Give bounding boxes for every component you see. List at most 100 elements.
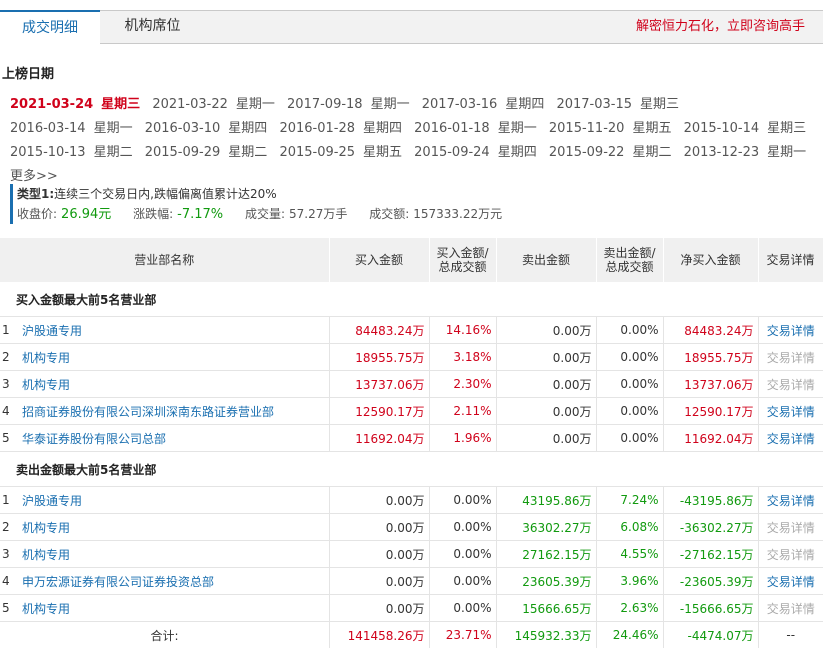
trade-detail-link[interactable]: 交易详情	[758, 567, 823, 595]
type-description: 连续三个交易日内,跌幅偏离值累计达20%	[54, 187, 277, 201]
date-link[interactable]: 2015-09-29	[145, 145, 221, 160]
weekday-label: 星期四	[363, 121, 403, 136]
date-link[interactable]: 2015-09-25	[279, 145, 355, 160]
sell-ratio: 2.63%	[596, 594, 664, 622]
date-entry[interactable]: 2015-10-13 星期二	[10, 145, 141, 160]
date-link[interactable]: 2017-03-15	[556, 97, 632, 112]
sell-amount: 0.00万	[496, 397, 597, 425]
date-link[interactable]: 2015-10-13	[10, 145, 86, 160]
sell-amount: 23605.39万	[496, 567, 597, 595]
table-body: 买入金额最大前5名营业部 1 沪股通专用 84483.24万 14.16% 0.00万 0.…	[0, 282, 823, 648]
date-entry[interactable]: 2021-03-24 星期三	[10, 97, 148, 112]
date-link[interactable]: 2021-03-22	[152, 97, 228, 112]
date-link[interactable]: 2021-03-24	[10, 97, 93, 112]
net-buy-amount: 13737.06万	[663, 370, 759, 398]
sell-amount: 15666.65万	[496, 594, 597, 622]
date-entry[interactable]: 2016-01-28 星期四	[279, 121, 410, 136]
type-label: 类型1:	[17, 187, 55, 201]
buy-ratio: 14.16%	[429, 316, 497, 344]
header-buy-amount: 买入金额	[329, 238, 430, 282]
row-index: 2	[0, 513, 18, 541]
table-row: 2 机构专用 18955.75万 3.18% 0.00万 0.00% 18955.75万 交易…	[0, 343, 823, 371]
date-entry[interactable]: 2021-03-22 星期一	[152, 97, 283, 112]
date-link[interactable]: 2016-03-10	[145, 121, 221, 136]
weekday-label: 星期五	[363, 145, 403, 160]
row-index: 2	[0, 343, 18, 371]
date-entry[interactable]: 2017-09-18 星期一	[287, 97, 418, 112]
trade-detail-link[interactable]: 交易详情	[758, 316, 823, 344]
listing-date-heading: 上榜日期	[2, 67, 55, 82]
branch-name-link[interactable]: 招商证券股份有限公司深圳深南东路证券营业部	[18, 397, 330, 425]
date-entry[interactable]: 2015-10-14 星期三	[684, 121, 815, 136]
total-buy-ratio: 23.71%	[429, 621, 497, 648]
weekday-label: 星期三	[767, 121, 807, 136]
branch-name-link[interactable]: 机构专用	[18, 370, 330, 398]
date-link[interactable]: 2015-09-22	[549, 145, 625, 160]
date-link[interactable]: 2017-09-18	[287, 97, 363, 112]
date-link[interactable]: 2016-01-18	[414, 121, 490, 136]
row-index: 5	[0, 424, 18, 452]
buy-ratio: 0.00%	[429, 513, 497, 541]
table-row: 1 沪股通专用 84483.24万 14.16% 0.00万 0.00% 84483.24万…	[0, 316, 823, 344]
branch-name-link[interactable]: 机构专用	[18, 594, 330, 622]
date-link[interactable]: 2016-01-28	[279, 121, 355, 136]
date-entry[interactable]: 2015-09-29 星期二	[145, 145, 276, 160]
sell-amount: 27162.15万	[496, 540, 597, 568]
branch-name-link[interactable]: 机构专用	[18, 343, 330, 371]
date-entry[interactable]: 2017-03-15 星期三	[556, 97, 687, 112]
date-entry[interactable]: 2015-09-24 星期四	[414, 145, 545, 160]
weekday-label: 星期三	[640, 97, 680, 112]
table-row: 3 机构专用 13737.06万 2.30% 0.00万 0.00% 13737.06万 交易…	[0, 370, 823, 398]
sell-amount: 36302.27万	[496, 513, 597, 541]
net-buy-amount: 12590.17万	[663, 397, 759, 425]
trade-detail-link[interactable]: 交易详情	[758, 486, 823, 514]
table-header-row: 营业部名称 买入金额 买入金额/ 总成交额 卖出金额 卖出金额/ 总成交额 净买…	[0, 238, 823, 282]
amount-label: 成交额:	[369, 207, 410, 221]
date-link[interactable]: 2013-12-23	[684, 145, 760, 160]
sell-ratio: 0.00%	[596, 397, 664, 425]
stock-stats: 收盘价: 26.94元 涨跌幅: -7.17% 成交量: 57.27万手 成交额: 15…	[17, 204, 823, 225]
tab-institution-seats[interactable]: 机构席位	[100, 10, 205, 43]
date-link[interactable]: 2015-09-24	[414, 145, 490, 160]
date-entry[interactable]: 2015-11-20 星期五	[549, 121, 680, 136]
buy-ratio: 2.11%	[429, 397, 497, 425]
trade-detail-link: 交易详情	[758, 513, 823, 541]
buy-ratio: 1.96%	[429, 424, 497, 452]
promo-link[interactable]: 解密恒力石化，立即咨询高手	[636, 11, 805, 43]
date-link[interactable]: 2016-03-14	[10, 121, 86, 136]
row-index: 3	[0, 540, 18, 568]
trade-detail-link: 交易详情	[758, 343, 823, 371]
header-buy-ratio: 买入金额/ 总成交额	[429, 238, 497, 282]
date-entry[interactable]: 2016-03-10 星期四	[145, 121, 276, 136]
branch-name-link[interactable]: 机构专用	[18, 540, 330, 568]
net-buy-amount: -15666.65万	[663, 594, 759, 622]
date-entry[interactable]: 2015-09-22 星期二	[549, 145, 680, 160]
row-index: 1	[0, 486, 18, 514]
header-detail: 交易详情	[758, 238, 823, 282]
buy-ratio: 0.00%	[429, 486, 497, 514]
date-entry[interactable]: 2015-09-25 星期五	[279, 145, 410, 160]
branch-name-link[interactable]: 沪股通专用	[18, 486, 330, 514]
trade-table: 营业部名称 买入金额 买入金额/ 总成交额 卖出金额 卖出金额/ 总成交额 净买…	[0, 238, 823, 648]
trade-detail-link[interactable]: 交易详情	[758, 424, 823, 452]
branch-name-link[interactable]: 沪股通专用	[18, 316, 330, 344]
net-buy-amount: -36302.27万	[663, 513, 759, 541]
date-entry[interactable]: 2017-03-16 星期四	[422, 97, 553, 112]
date-entry[interactable]: 2016-03-14 星期一	[10, 121, 141, 136]
branch-name-link[interactable]: 华泰证券股份有限公司总部	[18, 424, 330, 452]
buy-amount: 0.00万	[329, 594, 430, 622]
listing-type: 类型1:连续三个交易日内,跌幅偏离值累计达20%	[17, 184, 823, 204]
branch-name-link[interactable]: 申万宏源证券有限公司证券投资总部	[18, 567, 330, 595]
date-entry[interactable]: 2013-12-23 星期一	[684, 145, 815, 160]
tab-trade-details[interactable]: 成交明细	[0, 10, 100, 44]
date-link[interactable]: 2015-10-14	[684, 121, 760, 136]
date-entry[interactable]: 2016-01-18 星期一	[414, 121, 545, 136]
sell-ratio: 4.55%	[596, 540, 664, 568]
listing-type-box: 类型1:连续三个交易日内,跌幅偏离值累计达20% 收盘价: 26.94元 涨跌幅:…	[10, 184, 823, 224]
header-branch-name: 营业部名称	[0, 238, 330, 282]
more-dates-link[interactable]: 更多>>	[10, 169, 58, 184]
date-link[interactable]: 2015-11-20	[549, 121, 625, 136]
branch-name-link[interactable]: 机构专用	[18, 513, 330, 541]
date-link[interactable]: 2017-03-16	[422, 97, 498, 112]
trade-detail-link[interactable]: 交易详情	[758, 397, 823, 425]
